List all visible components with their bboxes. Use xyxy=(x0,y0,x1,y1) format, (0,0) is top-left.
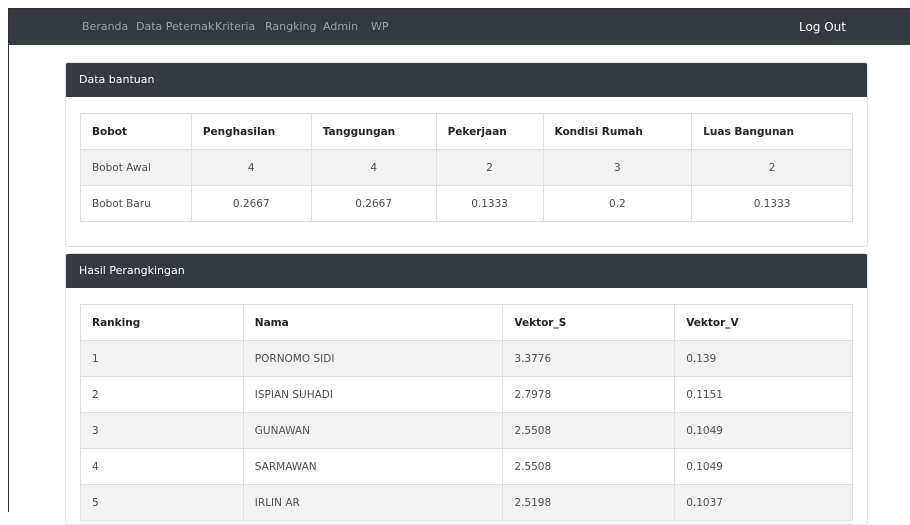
col-header-luas-bangunan: Luas Bangunan xyxy=(691,113,853,150)
cell-nama: GUNAWAN xyxy=(242,412,504,449)
cell-vektor-s: 2.7978 xyxy=(502,376,676,413)
cell-nama: ISPIAN SUHADI xyxy=(242,376,504,413)
cell-value: 3 xyxy=(542,149,693,186)
card-hasil-perangkingan: Hasil Perangkingan Ranking Nama Vektor_S… xyxy=(65,253,868,525)
cell-value: 0.2 xyxy=(542,185,693,222)
cell-vektor-s: 2.5508 xyxy=(502,412,676,449)
cell-vektor-v: 0.1049 xyxy=(674,448,853,485)
cell-value: 0.1333 xyxy=(435,185,544,222)
col-header-kondisi-rumah: Kondisi Rumah xyxy=(542,113,693,150)
cell-nama: SARMAWAN xyxy=(242,448,504,485)
cell-vektor-v: 0.139 xyxy=(674,340,853,377)
table-row: Bobot Baru 0.2667 0.2667 0.1333 0.2 0.13… xyxy=(80,185,853,222)
top-navbar: Beranda Data Peternak Kriteria Rangking … xyxy=(9,9,910,45)
col-header-nama: Nama xyxy=(242,304,504,341)
cell-value: 2 xyxy=(435,149,544,186)
table-row: 5 IRLIN AR 2.5198 0.1037 xyxy=(80,484,853,521)
table-row: 3 GUNAWAN 2.5508 0.1049 xyxy=(80,412,853,449)
col-header-pekerjaan: Pekerjaan xyxy=(435,113,544,150)
col-header-penghasilan: Penghasilan xyxy=(190,113,312,150)
table-header-row: Ranking Nama Vektor_S Vektor_V xyxy=(80,304,853,341)
cell-value: 0.2667 xyxy=(190,185,312,222)
nav-kriteria[interactable]: Kriteria xyxy=(215,9,255,45)
cell-rank: 2 xyxy=(80,376,244,413)
col-header-vektor-s: Vektor_S xyxy=(502,304,676,341)
cell-vektor-s: 3.3776 xyxy=(502,340,676,377)
table-row: 1 PORNOMO SIDI 3.3776 0.139 xyxy=(80,340,853,377)
cell-vektor-v: 0.1151 xyxy=(674,376,853,413)
bobot-table: Bobot Penghasilan Tanggungan Pekerjaan K… xyxy=(80,113,853,222)
cell-value: 4 xyxy=(310,149,437,186)
cell-rank: 1 xyxy=(80,340,244,377)
nav-admin[interactable]: Admin xyxy=(323,9,358,45)
cell-label: Bobot Awal xyxy=(80,149,192,186)
col-header-vektor-v: Vektor_V xyxy=(674,304,853,341)
cell-nama: IRLIN AR xyxy=(242,484,504,521)
logout-link[interactable]: Log Out xyxy=(799,9,846,45)
table-row: Bobot Awal 4 4 2 3 2 xyxy=(80,149,853,186)
ranking-table: Ranking Nama Vektor_S Vektor_V 1 PORNOMO… xyxy=(80,304,853,521)
cell-nama: PORNOMO SIDI xyxy=(242,340,504,377)
cell-rank: 5 xyxy=(80,484,244,521)
col-header-ranking: Ranking xyxy=(80,304,244,341)
nav-wp[interactable]: WP xyxy=(371,9,389,45)
nav-beranda[interactable]: Beranda xyxy=(82,9,128,45)
table-row: 2 ISPIAN SUHADI 2.7978 0.1151 xyxy=(80,376,853,413)
nav-data-peternak[interactable]: Data Peternak xyxy=(136,9,214,45)
table-header-row: Bobot Penghasilan Tanggungan Pekerjaan K… xyxy=(80,113,853,150)
table-row: 4 SARMAWAN 2.5508 0.1049 xyxy=(80,448,853,485)
cell-label: Bobot Baru xyxy=(80,185,192,222)
nav-rangking[interactable]: Rangking xyxy=(265,9,316,45)
cell-vektor-v: 0.1049 xyxy=(674,412,853,449)
card-header-data-bantuan: Data bantuan xyxy=(66,63,867,97)
card-data-bantuan: Data bantuan Bobot Penghasilan Tanggunga… xyxy=(65,62,868,247)
cell-value: 0.1333 xyxy=(691,185,853,222)
cell-vektor-s: 2.5198 xyxy=(502,484,676,521)
cell-value: 4 xyxy=(190,149,312,186)
cell-vektor-v: 0.1037 xyxy=(674,484,853,521)
cell-rank: 3 xyxy=(80,412,244,449)
cell-rank: 4 xyxy=(80,448,244,485)
col-header-tanggungan: Tanggungan xyxy=(310,113,437,150)
cell-vektor-s: 2.5508 xyxy=(502,448,676,485)
card-header-hasil-perangkingan: Hasil Perangkingan xyxy=(66,254,867,288)
col-header-bobot: Bobot xyxy=(80,113,192,150)
cell-value: 0.2667 xyxy=(310,185,437,222)
cell-value: 2 xyxy=(691,149,853,186)
